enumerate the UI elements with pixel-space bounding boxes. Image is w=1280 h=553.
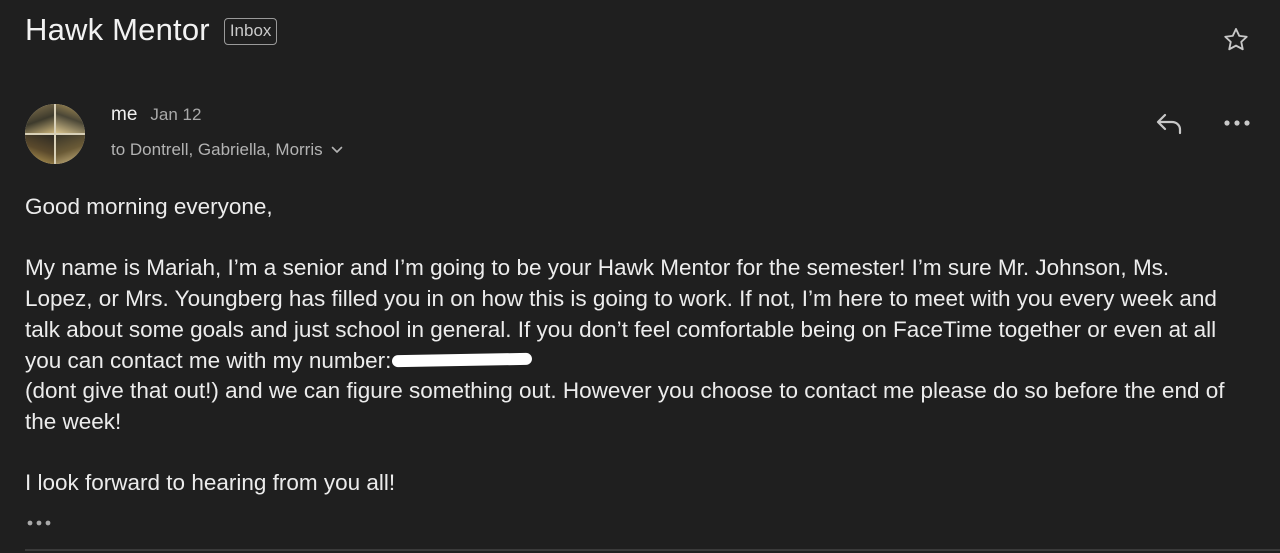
- sender-name[interactable]: me: [111, 104, 137, 126]
- recipients-toggle[interactable]: to Dontrell, Gabriella, Morris: [111, 140, 343, 160]
- more-options-button[interactable]: [1220, 108, 1254, 138]
- avatar-photo-quadrant: [25, 104, 54, 133]
- subject-row: Hawk Mentor Inbox: [25, 12, 278, 48]
- main-paragraph: My name is Mariah, I’m a senior and I’m …: [25, 253, 1225, 437]
- more-horizontal-icon: [1224, 120, 1250, 126]
- show-trimmed-content-button[interactable]: [26, 516, 56, 530]
- chevron-down-icon: [331, 146, 343, 154]
- sender-line: me Jan 12: [111, 104, 201, 126]
- paragraph-text-after-redaction: (dont give that out!) and we can figure …: [25, 378, 1225, 434]
- reply-button[interactable]: [1152, 108, 1186, 138]
- email-subject: Hawk Mentor: [25, 12, 210, 47]
- divider: [25, 549, 1280, 551]
- recipients-text: to Dontrell, Gabriella, Morris: [111, 140, 323, 159]
- avatar-photo-quadrant: [56, 104, 85, 133]
- redacted-phone-number: [392, 352, 533, 367]
- message-body: Good morning everyone, My name is Mariah…: [25, 192, 1225, 499]
- avatar-photo-quadrant: [56, 135, 85, 164]
- inbox-label-badge[interactable]: Inbox: [223, 17, 278, 45]
- avatar[interactable]: [25, 104, 85, 164]
- greeting-text: Good morning everyone,: [25, 194, 273, 219]
- reply-icon: [1156, 113, 1182, 135]
- star-button[interactable]: [1220, 24, 1252, 56]
- avatar-photo-quadrant: [25, 135, 54, 164]
- paragraph-text-before-redaction: My name is Mariah, I’m a senior and I’m …: [25, 255, 1217, 373]
- ellipsis-icon: [27, 520, 51, 526]
- message-date: Jan 12: [150, 105, 202, 124]
- closing-text: I look forward to hearing from you all!: [25, 470, 396, 496]
- star-outline-icon: [1224, 28, 1248, 51]
